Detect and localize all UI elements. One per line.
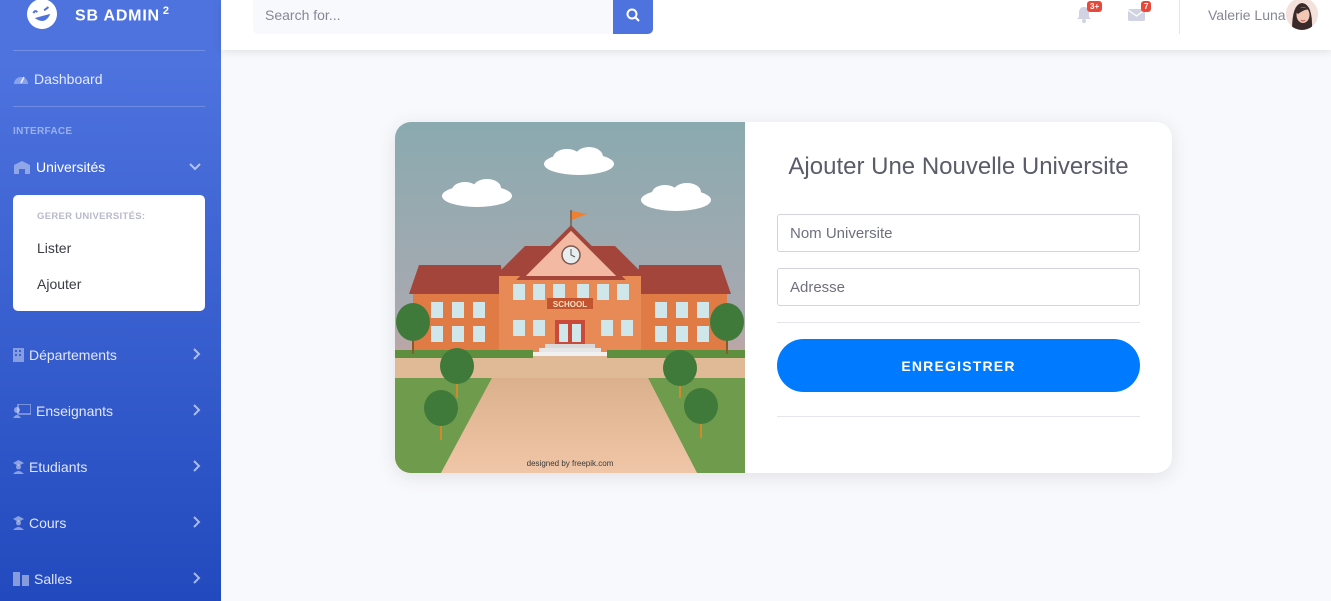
submenu-header: GERER UNIVERSITÉS: bbox=[37, 211, 146, 222]
book-reader-icon bbox=[13, 516, 24, 530]
save-button[interactable]: ENREGISTRER bbox=[777, 339, 1140, 392]
university-name-field[interactable] bbox=[777, 214, 1140, 252]
sidebar-item-label: Cours bbox=[29, 515, 67, 531]
image-credit: designed by freepik.com bbox=[527, 459, 614, 468]
chevron-right-icon bbox=[193, 348, 201, 360]
tachometer-icon bbox=[14, 76, 28, 84]
school-illustration: SCHOOL designed by freepik.com bbox=[395, 122, 745, 473]
chevron-right-icon bbox=[193, 572, 201, 584]
search-icon bbox=[626, 8, 640, 22]
sidebar-item-label: Dashboard bbox=[34, 71, 103, 87]
submenu-item-ajouter[interactable]: Ajouter bbox=[37, 276, 81, 292]
sidebar-item-label: Etudiants bbox=[29, 459, 88, 475]
search-input[interactable] bbox=[253, 0, 613, 34]
sidebar-item-label: Départements bbox=[29, 347, 117, 363]
sidebar-item-dashboard[interactable]: Dashboard bbox=[13, 67, 205, 91]
search-button[interactable] bbox=[613, 0, 653, 34]
laugh-wink-icon bbox=[27, 0, 57, 29]
brand-title: SB ADMIN 2 bbox=[75, 5, 170, 25]
sidebar-item-enseignants[interactable]: Enseignants bbox=[13, 399, 205, 423]
messages-badge: 7 bbox=[1141, 1, 1152, 12]
sidebar: SB ADMIN 2 Dashboard INTERFACE Université… bbox=[0, 0, 221, 601]
submenu-item-lister[interactable]: Lister bbox=[37, 240, 71, 256]
add-university-card: SCHOOL designed by freepik.com Ajouter U… bbox=[395, 122, 1172, 473]
university-icon bbox=[14, 161, 30, 174]
sidebar-heading: INTERFACE bbox=[13, 126, 73, 137]
form-divider bbox=[777, 416, 1140, 417]
building-icon bbox=[13, 348, 24, 362]
school-sign-text: SCHOOL bbox=[553, 300, 587, 309]
chalkboard-teacher-icon bbox=[13, 404, 31, 418]
sidebar-item-etudiants[interactable]: Etudiants bbox=[13, 455, 205, 479]
user-avatar-image bbox=[1286, 0, 1318, 30]
sidebar-item-departements[interactable]: Départements bbox=[13, 343, 205, 367]
universites-submenu: GERER UNIVERSITÉS: Lister Ajouter bbox=[13, 195, 205, 311]
page-title: Ajouter Une Nouvelle Universite bbox=[788, 153, 1129, 180]
chevron-right-icon bbox=[193, 404, 201, 416]
user-graduate-icon bbox=[13, 460, 24, 474]
brand-link[interactable]: SB ADMIN 2 bbox=[0, 0, 221, 40]
chevron-right-icon bbox=[193, 460, 201, 472]
sidebar-item-label: Enseignants bbox=[36, 403, 114, 419]
chevron-down-icon bbox=[189, 163, 201, 171]
form-divider bbox=[777, 322, 1140, 323]
topbar: 3+ 7 Valerie Luna bbox=[221, 0, 1331, 50]
sidebar-divider bbox=[13, 106, 205, 107]
address-field[interactable] bbox=[777, 268, 1140, 306]
sidebar-item-cours[interactable]: Cours bbox=[13, 511, 205, 535]
avatar[interactable] bbox=[1286, 0, 1318, 30]
topbar-divider bbox=[1179, 0, 1180, 34]
chevron-right-icon bbox=[193, 516, 201, 528]
sidebar-item-label: Universités bbox=[36, 159, 106, 175]
sidebar-item-salles[interactable]: Salles bbox=[13, 567, 205, 591]
sidebar-item-label: Salles bbox=[34, 571, 73, 587]
messages-dropdown[interactable]: 7 bbox=[1127, 1, 1152, 24]
sidebar-divider bbox=[13, 50, 205, 51]
user-name[interactable]: Valerie Luna bbox=[1208, 7, 1286, 23]
alerts-dropdown[interactable]: 3+ bbox=[1076, 1, 1103, 24]
search-form bbox=[253, 0, 653, 34]
door-icon bbox=[13, 572, 29, 586]
sidebar-item-universites[interactable]: Universités bbox=[13, 155, 205, 179]
alerts-badge: 3+ bbox=[1087, 1, 1103, 12]
